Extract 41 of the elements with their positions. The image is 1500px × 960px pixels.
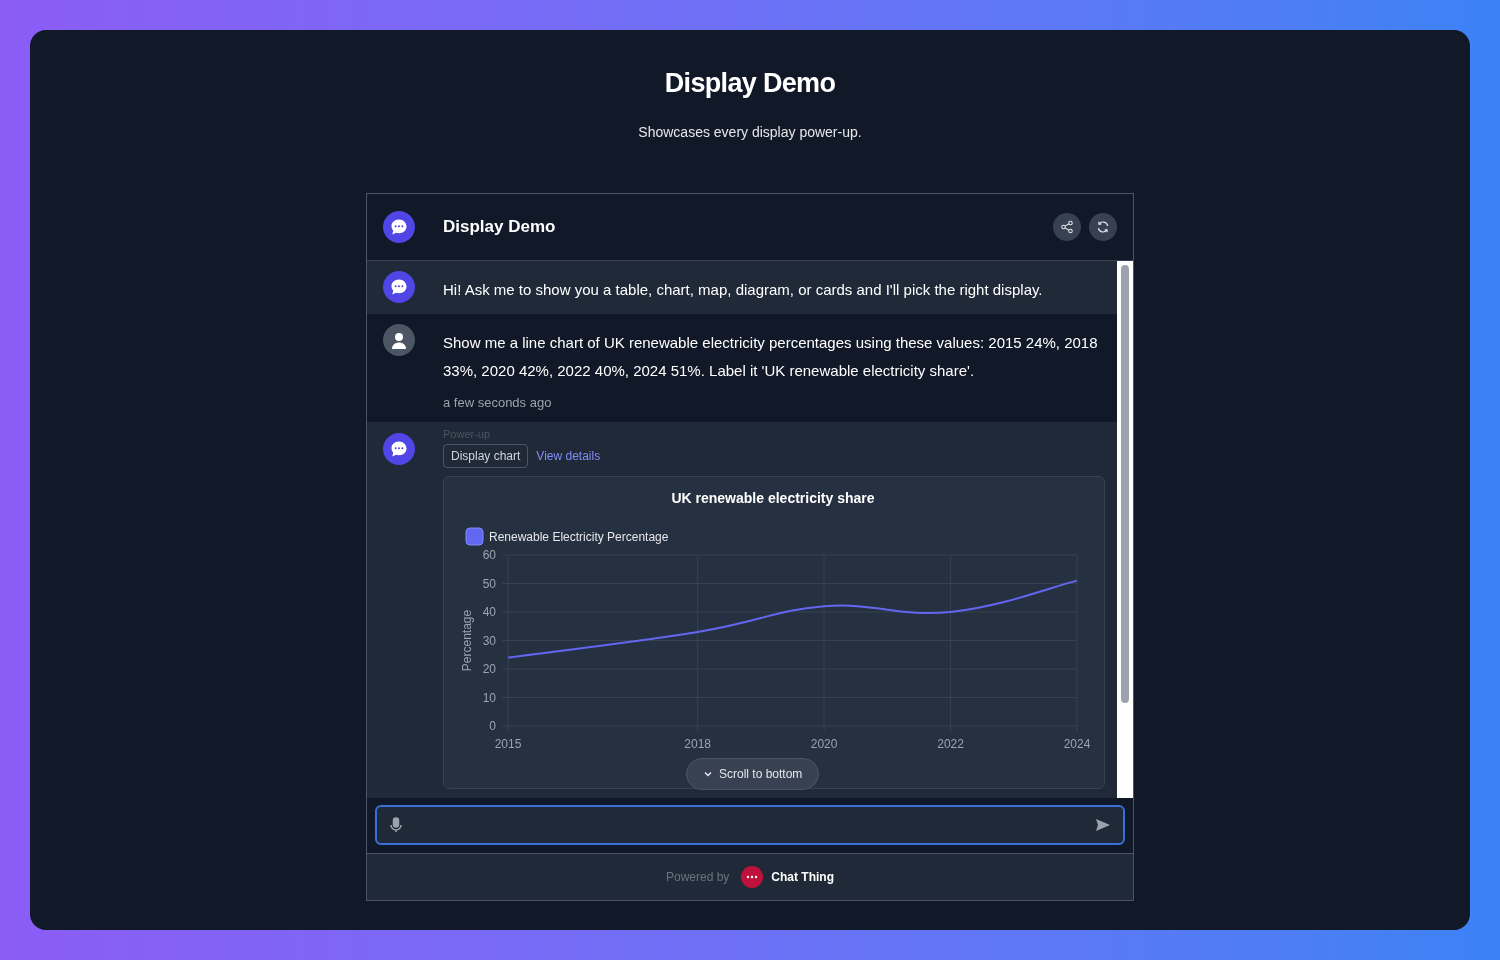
y-tick-label: 40 bbox=[482, 605, 496, 619]
y-tick-label: 60 bbox=[482, 548, 496, 562]
page-title: Display Demo bbox=[664, 67, 836, 100]
powerup-tag: Display chart bbox=[443, 444, 529, 468]
refresh-button[interactable] bbox=[1089, 212, 1117, 241]
scrollbar-thumb[interactable] bbox=[1121, 264, 1129, 703]
refresh-icon bbox=[1096, 219, 1110, 234]
chat-bubble-icon bbox=[383, 270, 415, 303]
message-text: Hi! Ask me to show you a table, chart, map, diagram, or cards and I'll pick the right display. bbox=[443, 279, 1043, 300]
message-text: Show me a line chart of UK renewable electricity percentages using these values: 2015 24%, 2018 33%, 2020 42%, 2022 40%, 2024 51%. Label it 'UK renewable electricity share'. bbox=[443, 332, 1098, 381]
chat-bubble-icon bbox=[383, 433, 415, 465]
legend-label: Renewable Electricity Percentage bbox=[489, 530, 669, 544]
brand-name: Chat Thing bbox=[771, 868, 834, 886]
user-avatar-icon bbox=[383, 323, 415, 356]
y-tick-label: 10 bbox=[482, 690, 496, 705]
y-tick-label: 50 bbox=[482, 576, 496, 591]
scrollbar[interactable] bbox=[1117, 260, 1133, 798]
send-icon[interactable] bbox=[1095, 818, 1111, 832]
page-subtitle: Showcases every display power-up. bbox=[638, 122, 862, 142]
message-time: a few seconds ago bbox=[443, 393, 553, 412]
y-tick-label: 0 bbox=[489, 719, 496, 733]
view-details-link[interactable]: View details bbox=[536, 448, 601, 464]
message-input[interactable] bbox=[375, 805, 1125, 845]
share-icon bbox=[1060, 219, 1074, 234]
share-button[interactable] bbox=[1053, 212, 1081, 241]
x-tick-label: 2018 bbox=[684, 737, 711, 751]
chat-bubble-icon bbox=[383, 210, 415, 243]
x-tick-label: 2020 bbox=[810, 737, 838, 751]
brand-logo-icon bbox=[741, 865, 764, 888]
powered-by-label: Powered by bbox=[666, 868, 730, 886]
x-tick-label: 2022 bbox=[937, 737, 964, 751]
scroll-to-bottom-button[interactable]: Scroll to bottom bbox=[686, 757, 820, 790]
legend-swatch bbox=[465, 527, 484, 546]
x-tick-label: 2015 bbox=[494, 737, 522, 751]
y-axis-title: Percentage bbox=[460, 609, 474, 672]
y-tick-label: 30 bbox=[482, 633, 496, 648]
y-tick-label: 20 bbox=[482, 662, 496, 676]
chart-title: UK renewable electricity share bbox=[671, 490, 875, 506]
chat-title: Display Demo bbox=[443, 215, 557, 238]
microphone-icon[interactable] bbox=[389, 817, 403, 833]
x-tick-label: 2024 bbox=[1063, 737, 1091, 751]
